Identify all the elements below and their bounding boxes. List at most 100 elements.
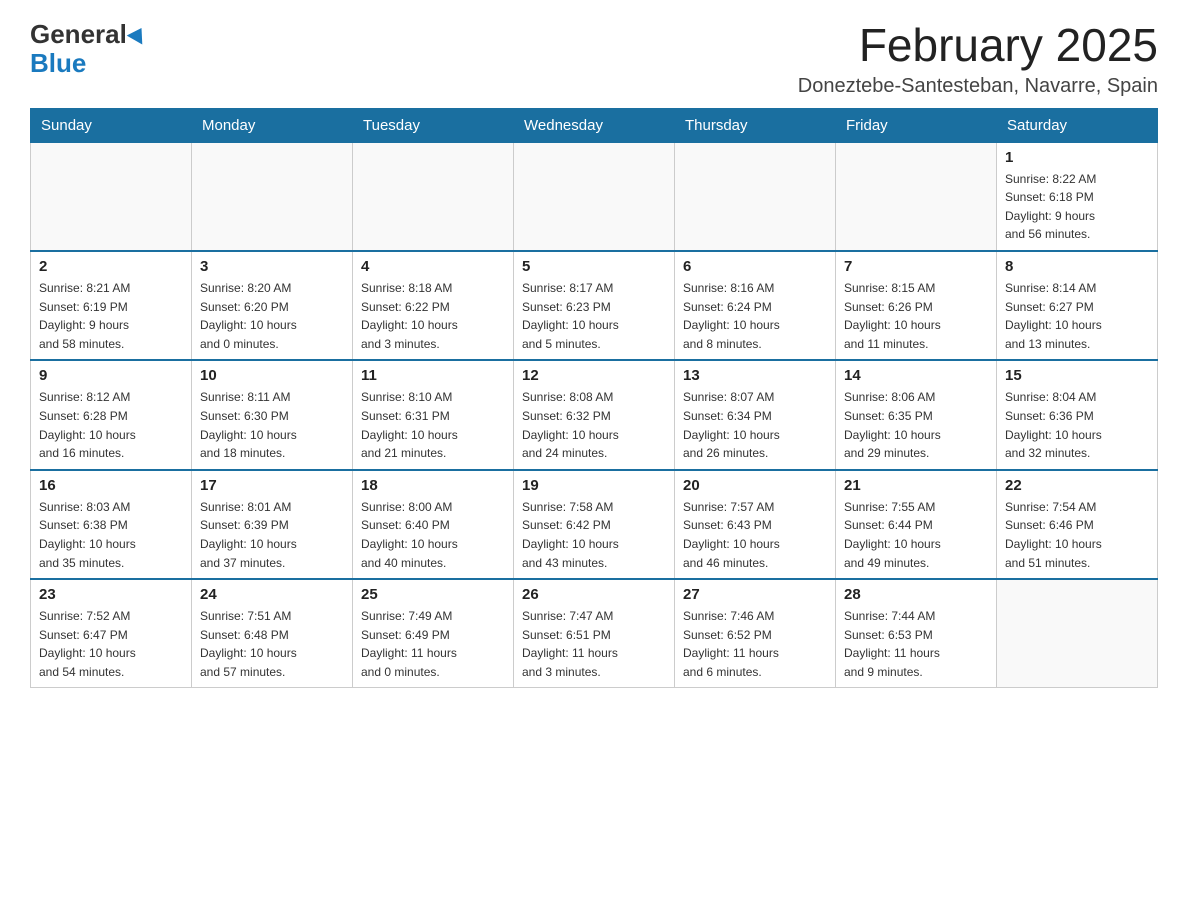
calendar-cell: 21 Sunrise: 7:55 AMSunset: 6:44 PMDayligh… bbox=[836, 470, 997, 579]
day-info: Sunrise: 7:46 AMSunset: 6:52 PMDaylight:… bbox=[683, 607, 827, 681]
day-header-tuesday: Tuesday bbox=[353, 108, 514, 142]
day-info: Sunrise: 8:20 AMSunset: 6:20 PMDaylight:… bbox=[200, 279, 344, 353]
calendar-cell: 4 Sunrise: 8:18 AMSunset: 6:22 PMDaylight… bbox=[353, 251, 514, 360]
calendar-cell: 10 Sunrise: 8:11 AMSunset: 6:30 PMDayligh… bbox=[192, 360, 353, 469]
day-number: 28 bbox=[844, 586, 988, 603]
day-number: 25 bbox=[361, 586, 505, 603]
day-info: Sunrise: 8:00 AMSunset: 6:40 PMDaylight:… bbox=[361, 498, 505, 572]
day-info: Sunrise: 8:06 AMSunset: 6:35 PMDaylight:… bbox=[844, 388, 988, 462]
day-number: 1 bbox=[1005, 149, 1149, 166]
calendar-cell: 17 Sunrise: 8:01 AMSunset: 6:39 PMDayligh… bbox=[192, 470, 353, 579]
calendar-cell bbox=[514, 142, 675, 251]
day-info: Sunrise: 7:44 AMSunset: 6:53 PMDaylight:… bbox=[844, 607, 988, 681]
title-block: February 2025 Doneztebe-Santesteban, Nav… bbox=[798, 20, 1158, 98]
day-number: 14 bbox=[844, 367, 988, 384]
day-number: 6 bbox=[683, 258, 827, 275]
day-number: 17 bbox=[200, 477, 344, 494]
day-number: 13 bbox=[683, 367, 827, 384]
day-number: 7 bbox=[844, 258, 988, 275]
day-info: Sunrise: 8:17 AMSunset: 6:23 PMDaylight:… bbox=[522, 279, 666, 353]
calendar-cell: 11Sunrise: 8:10 AMSunset: 6:31 PMDayligh… bbox=[353, 360, 514, 469]
day-info: Sunrise: 8:22 AMSunset: 6:18 PMDaylight:… bbox=[1005, 170, 1149, 244]
day-header-friday: Friday bbox=[836, 108, 997, 142]
day-header-sunday: Sunday bbox=[31, 108, 192, 142]
logo: General Blue bbox=[30, 20, 147, 77]
day-number: 21 bbox=[844, 477, 988, 494]
logo-triangle-icon bbox=[127, 24, 150, 45]
day-number: 18 bbox=[361, 477, 505, 494]
calendar-cell bbox=[675, 142, 836, 251]
day-info: Sunrise: 8:01 AMSunset: 6:39 PMDaylight:… bbox=[200, 498, 344, 572]
calendar-week-row: 2 Sunrise: 8:21 AMSunset: 6:19 PMDaylight… bbox=[31, 251, 1158, 360]
calendar-cell: 13 Sunrise: 8:07 AMSunset: 6:34 PMDayligh… bbox=[675, 360, 836, 469]
calendar-cell: 14 Sunrise: 8:06 AMSunset: 6:35 PMDayligh… bbox=[836, 360, 997, 469]
calendar-cell: 6 Sunrise: 8:16 AMSunset: 6:24 PMDaylight… bbox=[675, 251, 836, 360]
day-number: 23 bbox=[39, 586, 183, 603]
day-number: 2 bbox=[39, 258, 183, 275]
day-number: 12 bbox=[522, 367, 666, 384]
day-info: Sunrise: 7:52 AMSunset: 6:47 PMDaylight:… bbox=[39, 607, 183, 681]
logo-general-text: General bbox=[30, 20, 127, 49]
day-info: Sunrise: 8:08 AMSunset: 6:32 PMDaylight:… bbox=[522, 388, 666, 462]
day-info: Sunrise: 7:47 AMSunset: 6:51 PMDaylight:… bbox=[522, 607, 666, 681]
calendar-cell: 12 Sunrise: 8:08 AMSunset: 6:32 PMDayligh… bbox=[514, 360, 675, 469]
calendar-cell: 28 Sunrise: 7:44 AMSunset: 6:53 PMDayligh… bbox=[836, 579, 997, 688]
day-number: 3 bbox=[200, 258, 344, 275]
day-info: Sunrise: 8:16 AMSunset: 6:24 PMDaylight:… bbox=[683, 279, 827, 353]
day-number: 8 bbox=[1005, 258, 1149, 275]
day-info: Sunrise: 7:49 AMSunset: 6:49 PMDaylight:… bbox=[361, 607, 505, 681]
day-info: Sunrise: 8:18 AMSunset: 6:22 PMDaylight:… bbox=[361, 279, 505, 353]
day-number: 22 bbox=[1005, 477, 1149, 494]
calendar-cell: 18 Sunrise: 8:00 AMSunset: 6:40 PMDayligh… bbox=[353, 470, 514, 579]
day-number: 27 bbox=[683, 586, 827, 603]
day-number: 15 bbox=[1005, 367, 1149, 384]
calendar-cell: 27 Sunrise: 7:46 AMSunset: 6:52 PMDayligh… bbox=[675, 579, 836, 688]
day-number: 5 bbox=[522, 258, 666, 275]
day-header-thursday: Thursday bbox=[675, 108, 836, 142]
day-info: Sunrise: 8:10 AMSunset: 6:31 PMDaylight:… bbox=[361, 388, 505, 462]
calendar-cell: 19 Sunrise: 7:58 AMSunset: 6:42 PMDayligh… bbox=[514, 470, 675, 579]
day-info: Sunrise: 8:15 AMSunset: 6:26 PMDaylight:… bbox=[844, 279, 988, 353]
calendar-week-row: 1 Sunrise: 8:22 AMSunset: 6:18 PMDaylight… bbox=[31, 142, 1158, 251]
calendar-cell bbox=[997, 579, 1158, 688]
calendar-cell bbox=[31, 142, 192, 251]
day-number: 19 bbox=[522, 477, 666, 494]
calendar-cell: 22 Sunrise: 7:54 AMSunset: 6:46 PMDayligh… bbox=[997, 470, 1158, 579]
calendar-cell: 24 Sunrise: 7:51 AMSunset: 6:48 PMDayligh… bbox=[192, 579, 353, 688]
day-number: 26 bbox=[522, 586, 666, 603]
calendar-cell: 25 Sunrise: 7:49 AMSunset: 6:49 PMDayligh… bbox=[353, 579, 514, 688]
calendar-cell: 15Sunrise: 8:04 AMSunset: 6:36 PMDayligh… bbox=[997, 360, 1158, 469]
calendar-cell: 7 Sunrise: 8:15 AMSunset: 6:26 PMDaylight… bbox=[836, 251, 997, 360]
calendar-cell: 1 Sunrise: 8:22 AMSunset: 6:18 PMDaylight… bbox=[997, 142, 1158, 251]
calendar-cell bbox=[836, 142, 997, 251]
calendar-cell: 5 Sunrise: 8:17 AMSunset: 6:23 PMDaylight… bbox=[514, 251, 675, 360]
day-header-monday: Monday bbox=[192, 108, 353, 142]
day-info: Sunrise: 7:54 AMSunset: 6:46 PMDaylight:… bbox=[1005, 498, 1149, 572]
day-number: 16 bbox=[39, 477, 183, 494]
page-header: General Blue February 2025 Doneztebe-San… bbox=[30, 20, 1158, 98]
calendar-cell: 9Sunrise: 8:12 AMSunset: 6:28 PMDaylight… bbox=[31, 360, 192, 469]
day-number: 4 bbox=[361, 258, 505, 275]
calendar-cell: 2 Sunrise: 8:21 AMSunset: 6:19 PMDaylight… bbox=[31, 251, 192, 360]
day-number: 20 bbox=[683, 477, 827, 494]
day-number: 24 bbox=[200, 586, 344, 603]
day-info: Sunrise: 8:03 AMSunset: 6:38 PMDaylight:… bbox=[39, 498, 183, 572]
day-info: Sunrise: 7:58 AMSunset: 6:42 PMDaylight:… bbox=[522, 498, 666, 572]
day-info: Sunrise: 8:21 AMSunset: 6:19 PMDaylight:… bbox=[39, 279, 183, 353]
calendar-cell: 20Sunrise: 7:57 AMSunset: 6:43 PMDayligh… bbox=[675, 470, 836, 579]
calendar-week-row: 16 Sunrise: 8:03 AMSunset: 6:38 PMDayligh… bbox=[31, 470, 1158, 579]
calendar-cell: 8Sunrise: 8:14 AMSunset: 6:27 PMDaylight… bbox=[997, 251, 1158, 360]
calendar-cell bbox=[353, 142, 514, 251]
day-info: Sunrise: 8:11 AMSunset: 6:30 PMDaylight:… bbox=[200, 388, 344, 462]
calendar-cell: 23 Sunrise: 7:52 AMSunset: 6:47 PMDayligh… bbox=[31, 579, 192, 688]
day-header-wednesday: Wednesday bbox=[514, 108, 675, 142]
day-info: Sunrise: 8:07 AMSunset: 6:34 PMDaylight:… bbox=[683, 388, 827, 462]
calendar-cell: 16 Sunrise: 8:03 AMSunset: 6:38 PMDayligh… bbox=[31, 470, 192, 579]
location-title: Doneztebe-Santesteban, Navarre, Spain bbox=[798, 75, 1158, 98]
day-number: 10 bbox=[200, 367, 344, 384]
day-header-saturday: Saturday bbox=[997, 108, 1158, 142]
day-info: Sunrise: 7:55 AMSunset: 6:44 PMDaylight:… bbox=[844, 498, 988, 572]
day-info: Sunrise: 7:51 AMSunset: 6:48 PMDaylight:… bbox=[200, 607, 344, 681]
calendar-header-row: SundayMondayTuesdayWednesdayThursdayFrid… bbox=[31, 108, 1158, 142]
calendar-cell bbox=[192, 142, 353, 251]
